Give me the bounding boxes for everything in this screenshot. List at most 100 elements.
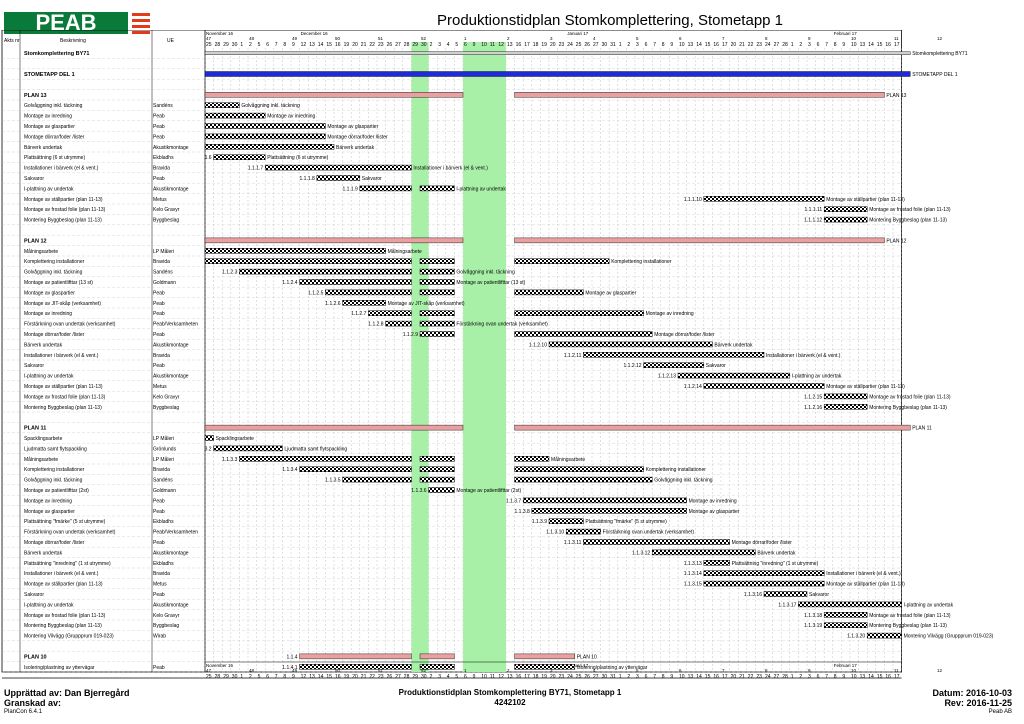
task-label: Bärverk undertak <box>336 145 375 151</box>
header-week: 48 <box>249 36 255 41</box>
header-day: 2 <box>627 42 630 48</box>
task-bar <box>419 456 455 462</box>
footer-scale-day: 10 <box>679 674 685 680</box>
task-bar <box>419 258 455 264</box>
task-name: I-plattning av undertak <box>24 602 74 608</box>
task-bar <box>204 435 214 441</box>
summary-bar <box>514 653 575 660</box>
task-contractor: Byggbeslag <box>153 623 179 629</box>
task-name: Montage dörrar/foder /lister <box>24 332 85 338</box>
summary-bar <box>204 237 464 244</box>
summary-bar <box>204 51 911 55</box>
header-week: 1 <box>464 36 467 41</box>
footer-scale-day: 8 <box>834 674 837 680</box>
task-bar <box>763 591 808 597</box>
task-label: Installationer i bärverk (el & vent.) <box>766 353 841 359</box>
task-contractor: Peab <box>153 124 165 130</box>
header-day: 25 <box>206 42 212 48</box>
task-contractor: Akustikmontage <box>153 374 189 380</box>
task-bar <box>514 310 644 316</box>
doc-number: 4242102 <box>494 698 526 707</box>
footer-scale-day: 31 <box>610 674 616 680</box>
footer-scale-day: 3 <box>808 674 811 680</box>
footer-scale-day: 14 <box>696 674 702 680</box>
task-id: 1.1.3.18 <box>804 613 822 619</box>
task-label: Montage av patientlifttar (13 st) <box>456 280 525 286</box>
task-name: Montage av inredning <box>24 311 72 317</box>
footer-scale-day: 9 <box>842 674 845 680</box>
summary-bar <box>419 653 455 660</box>
task-bar <box>643 362 705 368</box>
task-id: 1.1.2.14 <box>684 384 702 390</box>
task-bar <box>419 466 455 472</box>
task-bar <box>823 206 868 212</box>
task-name: Montage av glaspartier <box>24 509 75 515</box>
header-day: 10 <box>851 42 857 48</box>
task-id: 1.1.3.16 <box>744 592 762 598</box>
summary-label: PLAN 13 <box>886 93 906 99</box>
task-bar <box>239 456 412 462</box>
task-contractor: Kelo Gravyr <box>153 207 180 213</box>
footer-scale-day: 15 <box>705 674 711 680</box>
task-label: Spacklingsarbete <box>216 436 255 442</box>
task-name: Montage av glaspartier <box>24 290 75 296</box>
reviewed-by: Granskad av: <box>4 698 62 708</box>
gantt-chart: Akts nr Beskrivning UENovember 16 December … <box>1 30 994 680</box>
footer-scale-day: 16 <box>885 674 891 680</box>
task-label: Montage av inredning <box>689 498 737 504</box>
task-label: Montage av ställpartier (plan 11-13) <box>826 582 905 588</box>
header-day: 31 <box>610 42 616 48</box>
task-bar <box>213 154 266 160</box>
task-contractor: LP Måleri <box>153 456 174 463</box>
header-month: December 16 <box>301 31 329 36</box>
task-label: Golvåggning inkl. täckning <box>654 477 713 484</box>
summary-label: Stomkomplettering BY71 <box>912 51 968 57</box>
footer-scale-day: 16 <box>713 674 719 680</box>
task-name: Montage av frostad folie (plan 11-13) <box>24 207 106 213</box>
summary-bar <box>204 92 464 98</box>
footer-scale-day: 1 <box>619 674 622 680</box>
footer-scale-day: 25 <box>576 674 582 680</box>
header-week: 8 <box>765 36 768 41</box>
header-week: 3 <box>550 36 553 41</box>
col-header-desc: Beskrivning <box>60 38 86 44</box>
task-name: Isolering/plastning av yttervägar <box>24 665 95 671</box>
task-contractor: Ekbladhs <box>153 519 174 525</box>
task-label: I-plattning av undertak <box>456 186 506 192</box>
task-bar <box>299 664 412 670</box>
footer-scale-day: 3 <box>438 674 441 680</box>
header-day: 9 <box>473 42 476 48</box>
footer-scale-week: 48 <box>249 668 255 673</box>
footer-scale-day: 3 <box>636 674 639 680</box>
footer-scale-day: 28 <box>404 674 410 680</box>
task-contractor: Peab <box>153 301 165 307</box>
header-day: 17 <box>894 42 900 48</box>
task-contractor: Peab <box>153 363 165 369</box>
task-bar <box>204 102 240 108</box>
footer-scale-day: 30 <box>232 674 238 680</box>
header-day: 14 <box>696 42 702 48</box>
task-label: Montering Vilvägg (Gruppprum 019-023) <box>904 634 994 640</box>
header-day: 14 <box>318 42 324 48</box>
footer-scale-day: 30 <box>602 674 608 680</box>
footer-scale-day: 29 <box>223 674 229 680</box>
task-bar <box>703 560 730 566</box>
header-day: 6 <box>817 42 820 48</box>
footer-scale-day: 18 <box>533 674 539 680</box>
footer-scale-day: 13 <box>507 674 513 680</box>
task-label: Montage dörrar/foder /lister <box>732 540 793 546</box>
footer-scale-day: 20 <box>731 674 737 680</box>
footer-scale-day: 24 <box>765 674 771 680</box>
task-label: Golvåggning inkl. täckning <box>241 102 300 109</box>
task-id: 1.1.1.10 <box>684 197 702 203</box>
footer-scale-day: 14 <box>318 674 324 680</box>
task-bar <box>359 185 412 192</box>
task-name: Målningsarbete <box>24 248 58 255</box>
footer-scale-week: 47 <box>206 668 212 673</box>
task-contractor: Akustikmontage <box>153 145 189 151</box>
footer-scale-day: 27 <box>395 674 401 680</box>
task-id: 1.1.2.7 <box>351 311 367 317</box>
task-label: Bärverk undertak <box>757 550 796 556</box>
header-day: 15 <box>326 42 332 48</box>
task-contractor: Wirab <box>153 634 166 640</box>
